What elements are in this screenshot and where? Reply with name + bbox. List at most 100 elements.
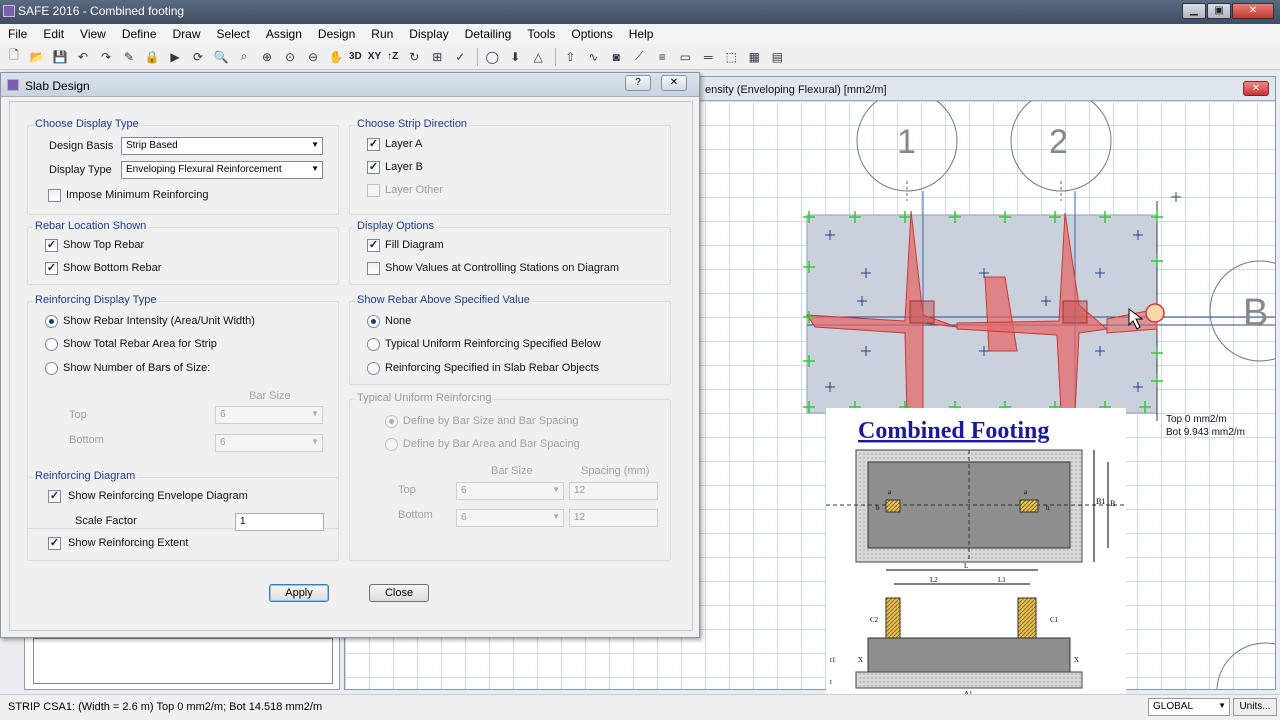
dim-c2: C2 — [870, 616, 879, 624]
display-type-select[interactable]: Enveloping Flexural Reinforcement — [121, 161, 323, 179]
coord-system-select[interactable]: GLOBAL — [1148, 698, 1230, 716]
plot-window-close-button[interactable]: ✕ — [1243, 81, 1269, 96]
by-size-radio[interactable] — [385, 415, 398, 428]
beam-icon[interactable]: ═ — [698, 47, 718, 67]
show-values-checkbox[interactable] — [367, 262, 380, 275]
typ-bottom-spacing-input[interactable]: 12 — [569, 509, 658, 527]
undo-icon[interactable]: ↶ — [73, 47, 93, 67]
camera-icon[interactable]: ◙ — [606, 47, 626, 67]
up-arrow-icon[interactable]: ⇧ — [560, 47, 580, 67]
circle-icon[interactable]: ◯ — [482, 47, 502, 67]
impose-min-checkbox[interactable] — [48, 189, 61, 202]
envelope-diagram-checkbox[interactable]: ✓ — [48, 490, 61, 503]
menu-run[interactable]: Run — [363, 27, 401, 41]
slab-rebar-objects-radio[interactable] — [367, 362, 380, 375]
maximize-button[interactable]: ▣ — [1207, 3, 1231, 19]
layer-other-checkbox[interactable] — [367, 184, 380, 197]
layer-a-checkbox[interactable]: ✓ — [367, 138, 380, 151]
menu-assign[interactable]: Assign — [258, 27, 310, 41]
typ-top-spacing-input[interactable]: 12 — [569, 482, 658, 500]
save-icon[interactable]: 💾 — [50, 47, 70, 67]
close-app-button[interactable]: ✕ — [1232, 3, 1274, 19]
grid-icon[interactable]: ⊞ — [427, 47, 447, 67]
bottom-bar-size-value: 6 — [220, 437, 226, 448]
footing-elev — [867, 637, 1071, 673]
zoom-in-icon[interactable]: ⊕ — [257, 47, 277, 67]
menu-tools[interactable]: Tools — [519, 27, 563, 41]
menu-help[interactable]: Help — [621, 27, 662, 41]
dim-l1: L1 — [998, 576, 1006, 584]
by-area-radio[interactable] — [385, 438, 398, 451]
report-icon[interactable]: ▤ — [767, 47, 787, 67]
menu-draw[interactable]: Draw — [165, 27, 209, 41]
menu-display[interactable]: Display — [401, 27, 456, 41]
view-z-button[interactable]: ↑Z — [387, 51, 398, 62]
refresh-icon[interactable]: ⟳ — [188, 47, 208, 67]
select-icon[interactable]: ⬚ — [721, 47, 741, 67]
typical-uniform-radio[interactable] — [367, 338, 380, 351]
top-bar-size-select[interactable]: 6 — [215, 406, 323, 424]
apply-button[interactable]: Apply — [269, 584, 329, 602]
view-xy-button[interactable]: XY — [368, 51, 381, 62]
zoom-out-icon[interactable]: ⊖ — [303, 47, 323, 67]
zoom-prev-icon[interactable]: ⊙ — [280, 47, 300, 67]
menu-design[interactable]: Design — [310, 27, 363, 41]
menu-select[interactable]: Select — [209, 27, 258, 41]
menu-view[interactable]: View — [72, 27, 114, 41]
dialog-close-x-button[interactable]: ✕ — [661, 75, 687, 91]
dialog-title-bar[interactable]: Slab Design ? ✕ — [1, 73, 699, 97]
open-folder-icon[interactable]: 📂 — [27, 47, 47, 67]
typ-bottom-size-select[interactable]: 6 — [456, 509, 564, 527]
pan-icon[interactable]: ✋ — [326, 47, 346, 67]
menu-edit[interactable]: Edit — [35, 27, 72, 41]
pencil-icon[interactable]: ✎ — [119, 47, 139, 67]
typical-uniform-group-title: Typical Uniform Reinforcing — [355, 392, 494, 404]
fill-diagram-checkbox[interactable]: ✓ — [367, 239, 380, 252]
minimize-button[interactable]: ▁ — [1182, 3, 1206, 19]
dialog-help-button[interactable]: ? — [625, 75, 651, 91]
menu-file[interactable]: File — [0, 27, 35, 41]
design-basis-select[interactable]: Strip Based — [121, 137, 323, 155]
reinforcing-extent-checkbox[interactable]: ✓ — [48, 537, 61, 550]
top-bar-label: Top — [69, 409, 87, 421]
triangle-icon[interactable]: △ — [528, 47, 548, 67]
rotate-icon[interactable]: ↻ — [404, 47, 424, 67]
wave-icon[interactable]: ∿ — [583, 47, 603, 67]
new-file-icon[interactable]: 🗋 — [4, 47, 24, 67]
bottom-bar-size-select[interactable]: 6 — [215, 434, 323, 452]
bottom-bar-label: Bottom — [69, 434, 104, 446]
down-arrow-icon[interactable]: ⬇ — [505, 47, 525, 67]
menu-options[interactable]: Options — [563, 27, 620, 41]
table-icon[interactable]: ▦ — [744, 47, 764, 67]
slab-icon[interactable]: ▭ — [675, 47, 695, 67]
lock-icon[interactable]: 🔒 — [142, 47, 162, 67]
rebar-above-none-label: None — [385, 315, 412, 327]
close-button[interactable]: Close — [369, 584, 429, 602]
show-top-rebar-checkbox[interactable]: ✓ — [45, 239, 58, 252]
menu-define[interactable]: Define — [114, 27, 165, 41]
layer-b-checkbox[interactable]: ✓ — [367, 161, 380, 174]
column-2 — [1062, 300, 1088, 324]
column-1 — [909, 300, 935, 324]
top-bar-size-value: 6 — [220, 409, 226, 420]
run-icon[interactable]: ▶ — [165, 47, 185, 67]
rebar-intensity-radio[interactable] — [45, 315, 58, 328]
selected-point-marker[interactable] — [1145, 303, 1165, 323]
typ-top-size-select[interactable]: 6 — [456, 482, 564, 500]
number-of-bars-radio[interactable] — [45, 362, 58, 375]
view-3d-button[interactable]: 3D — [349, 51, 362, 62]
app-title: SAFE 2016 - Combined footing — [18, 4, 185, 18]
check-icon[interactable]: ✓ — [450, 47, 470, 67]
status-bar: STRIP CSA1: (Width = 2.6 m) Top 0 mm2/m;… — [0, 694, 1280, 720]
total-rebar-radio[interactable] — [45, 338, 58, 351]
zoom-window-icon[interactable]: 🔍 — [211, 47, 231, 67]
scale-factor-input[interactable]: 1 — [235, 513, 324, 531]
menu-detailing[interactable]: Detailing — [457, 27, 520, 41]
zoom-extents-icon[interactable]: ⌕ — [234, 47, 254, 67]
units-button[interactable]: Units... — [1233, 698, 1277, 716]
layers-icon[interactable]: ≡ — [652, 47, 672, 67]
diagonal-icon[interactable]: ⟋ — [629, 47, 649, 67]
show-bottom-rebar-checkbox[interactable]: ✓ — [45, 262, 58, 275]
redo-icon[interactable]: ↷ — [96, 47, 116, 67]
rebar-above-none-radio[interactable] — [367, 315, 380, 328]
